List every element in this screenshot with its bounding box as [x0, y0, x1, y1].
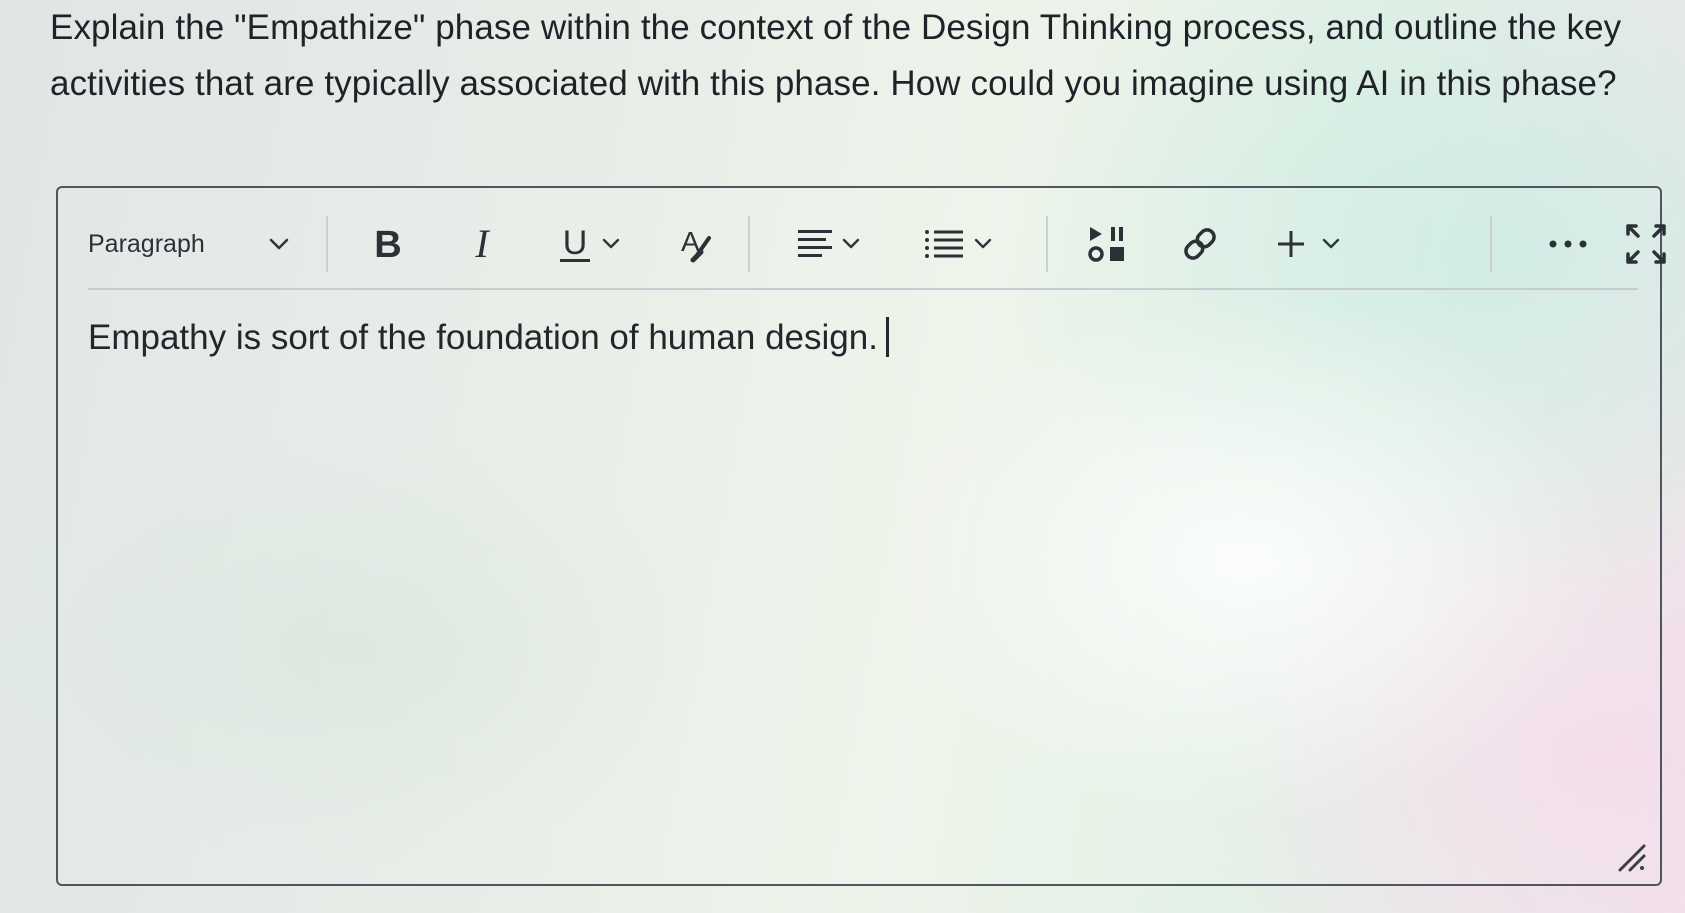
toolbar-separator [326, 216, 328, 272]
chevron-down-icon [1321, 237, 1341, 251]
chevron-down-icon [601, 237, 621, 251]
link-icon [1179, 223, 1221, 265]
chevron-down-icon [973, 237, 993, 251]
svg-text:I: I [474, 224, 490, 264]
resize-handle-icon[interactable] [1616, 842, 1646, 872]
chevron-down-icon [268, 237, 290, 251]
toolbar-separator [1490, 216, 1492, 272]
more-options-button[interactable] [1528, 214, 1608, 274]
italic-icon: I [467, 224, 497, 264]
fullscreen-button[interactable] [1616, 214, 1676, 274]
text-caret [885, 317, 889, 357]
question-prompt: Explain the "Empathize" phase within the… [50, 8, 1622, 103]
align-icon [795, 224, 835, 264]
insert-link-button[interactable] [1170, 214, 1230, 274]
underline-button[interactable]: U [538, 214, 638, 274]
chevron-down-icon [841, 237, 861, 251]
fullscreen-icon [1624, 222, 1668, 266]
media-icon [1087, 223, 1129, 265]
bold-button[interactable]: B [358, 214, 418, 274]
text-format-icon: A [675, 224, 717, 264]
insert-more-dropdown[interactable] [1258, 214, 1358, 274]
svg-text:B: B [374, 224, 401, 264]
bold-icon: B [372, 224, 404, 264]
toolbar-separator [1046, 216, 1048, 272]
rich-text-editor: Paragraph B I U A Empathy is sort of the… [56, 186, 1666, 886]
list-dropdown[interactable] [908, 214, 1008, 274]
italic-button[interactable]: I [452, 214, 512, 274]
text-format-button[interactable]: A [666, 214, 726, 274]
more-icon [1547, 238, 1589, 250]
plus-icon [1275, 228, 1307, 260]
block-format-dropdown[interactable]: Paragraph [88, 214, 298, 274]
editor-toolbar: Paragraph B I U A [88, 200, 1666, 290]
editor-content[interactable]: Empathy is sort of the foundation of hum… [88, 313, 889, 363]
insert-media-button[interactable] [1078, 214, 1138, 274]
toolbar-separator [748, 216, 750, 272]
editor-text: Empathy is sort of the foundation of hum… [88, 318, 878, 357]
underline-icon: U [555, 222, 595, 266]
list-icon [923, 224, 965, 264]
block-format-value: Paragraph [88, 229, 205, 258]
svg-text:U: U [563, 224, 588, 262]
align-dropdown[interactable] [778, 214, 878, 274]
